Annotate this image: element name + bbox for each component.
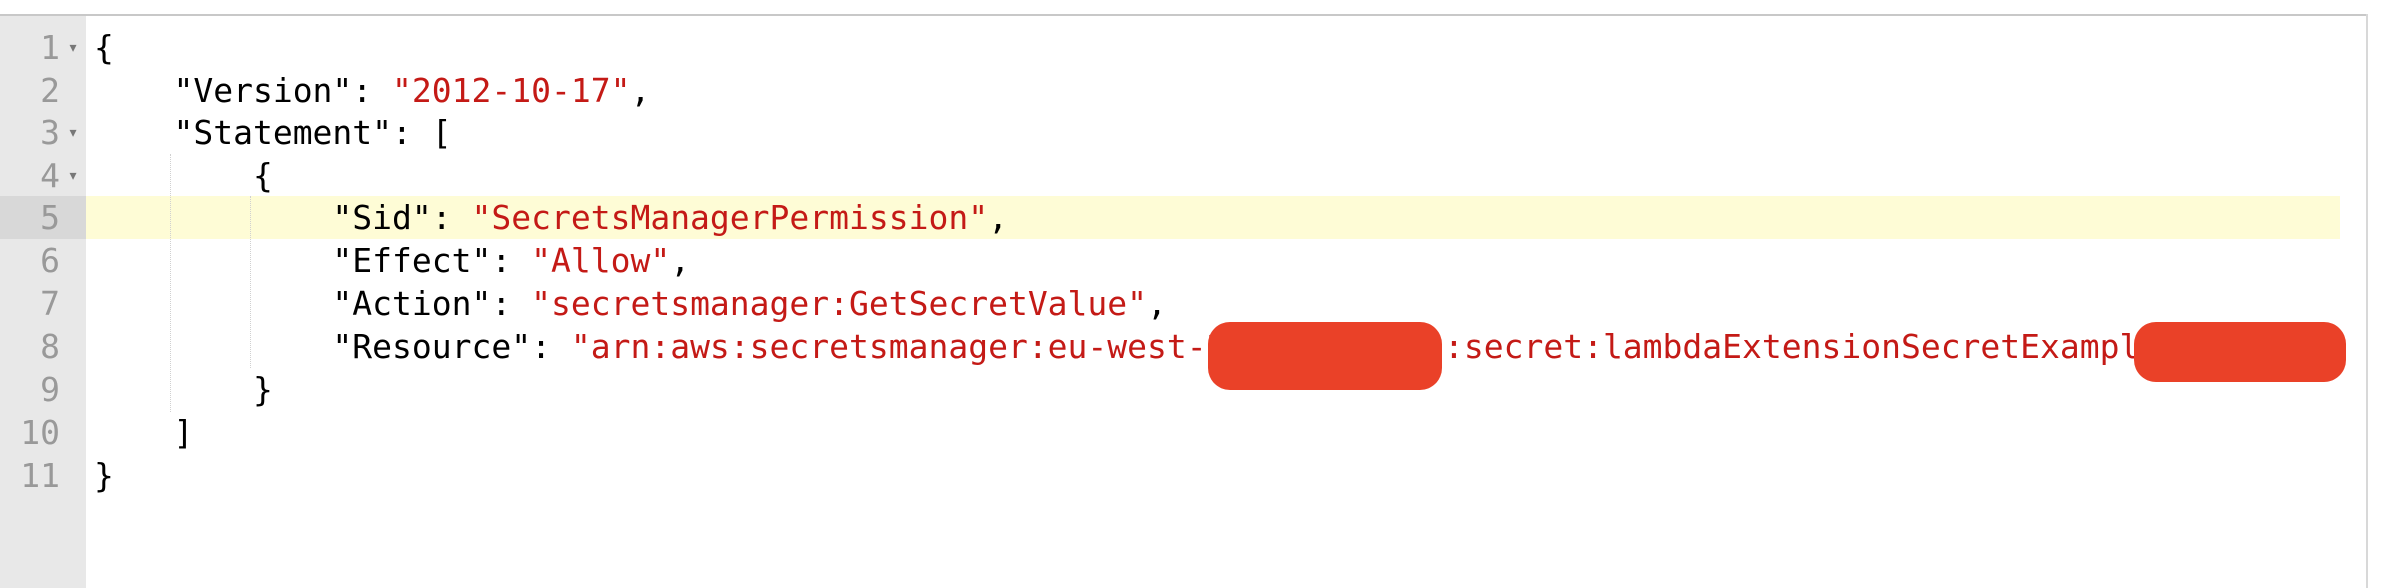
json-key: "Action" <box>332 284 492 323</box>
code-line-continuation: :secret:lambdaExtensionSecretExample <box>1444 325 2159 368</box>
punctuation: : <box>491 284 532 323</box>
punctuation: : <box>431 198 472 237</box>
json-string-value: "arn:aws:secretsmanager:eu-west-2: <box>570 327 1247 366</box>
line-number: 5 <box>40 198 60 237</box>
punctuation: { <box>252 156 273 195</box>
punctuation: : <box>491 241 532 280</box>
fold-arrow-icon[interactable]: ▾ <box>64 26 82 69</box>
code-line[interactable]: "Statement": [ <box>94 111 452 154</box>
fold-arrow-icon[interactable]: ▾ <box>64 154 82 197</box>
json-key: "Resource" <box>332 327 532 366</box>
punctuation: } <box>94 456 114 495</box>
punctuation: : <box>352 71 393 110</box>
editor-top-border <box>0 14 2368 16</box>
line-number: 4 <box>40 156 60 195</box>
line-number: 7 <box>40 284 60 323</box>
code-line[interactable]: "Resource": "arn:aws:secretsmanager:eu-w… <box>94 325 1246 368</box>
line-number: 8 <box>40 327 60 366</box>
code-line[interactable]: "Effect": "Allow", <box>94 239 690 282</box>
punctuation: } <box>252 370 273 409</box>
redaction-mark-secret-suffix <box>2134 322 2346 382</box>
punctuation: : <box>531 327 571 366</box>
punctuation: , <box>988 198 1008 237</box>
fold-arrow-icon[interactable]: ▾ <box>64 111 82 154</box>
json-policy-editor[interactable]: 1 2 3 4 5 6 7 8 9 10 11 ▾ ▾ ▾ { "Version… <box>0 0 2392 588</box>
line-number: 11 <box>20 456 60 495</box>
line-number: 1 <box>40 28 60 67</box>
json-string-value: "SecretsManagerPermission" <box>471 198 989 237</box>
code-line[interactable]: } <box>94 454 114 497</box>
punctuation: , <box>630 71 651 110</box>
json-string-value: "Allow" <box>531 241 671 280</box>
line-number: 10 <box>20 413 60 452</box>
punctuation: , <box>1147 284 1167 323</box>
json-key: "Version" <box>173 71 353 110</box>
json-key: "Sid" <box>332 198 432 237</box>
json-string-value: :secret:lambdaExtensionSecretExample <box>1444 327 2160 366</box>
code-line[interactable]: "Action": "secretsmanager:GetSecretValue… <box>94 282 1167 325</box>
code-line[interactable]: ] <box>94 411 193 454</box>
code-line[interactable]: "Version": "2012-10-17", <box>94 69 650 112</box>
json-key: "Statement" <box>173 113 393 152</box>
code-line[interactable]: { <box>94 26 114 69</box>
line-number: 9 <box>40 370 60 409</box>
line-number: 6 <box>40 241 60 280</box>
json-string-value: "2012-10-17" <box>392 71 631 110</box>
punctuation: : <box>392 113 432 152</box>
redaction-mark-account-id <box>1208 322 1442 390</box>
punctuation: { <box>94 28 114 67</box>
punctuation: , <box>670 241 691 280</box>
code-line-active[interactable]: "Sid": "SecretsManagerPermission", <box>94 196 1008 239</box>
punctuation: ] <box>173 413 194 452</box>
line-number: 3 <box>40 113 60 152</box>
editor-right-border <box>2366 14 2368 588</box>
line-number: 2 <box>40 71 60 110</box>
json-key: "Effect" <box>332 241 492 280</box>
punctuation: [ <box>431 113 452 152</box>
code-line[interactable]: } <box>94 368 273 411</box>
code-line[interactable]: { <box>94 154 273 197</box>
json-string-value: "secretsmanager:GetSecretValue" <box>531 284 1148 323</box>
